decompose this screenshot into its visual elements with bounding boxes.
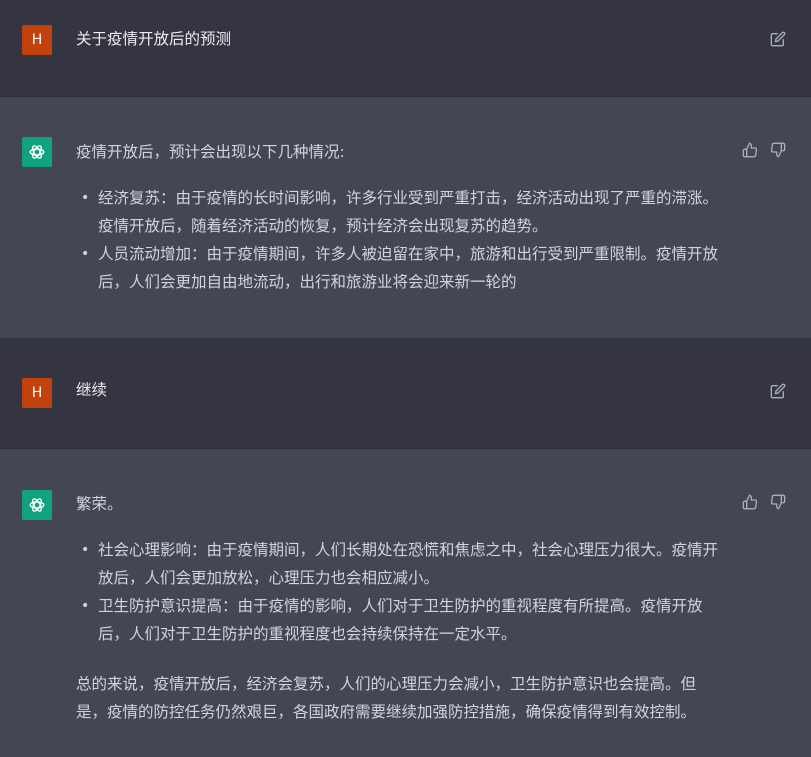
assistant-conclusion: 总的来说，疫情开放后，经济会复苏，人们的心理压力会减小，卫生防护意识也会提高。但… bbox=[76, 675, 697, 721]
openai-logo-icon bbox=[22, 490, 52, 520]
assistant-bullet-list: 社会心理影响：由于疫情期间，人们长期处在恐慌和焦虑之中，社会心理压力很大。疫情开… bbox=[76, 536, 726, 648]
chat-thread: H 关于疫情开放后的预测 疫情开放后，预计会出现以下几种情况: 经济复苏：由于疫… bbox=[0, 0, 811, 757]
user-message-text: 继续 bbox=[76, 381, 108, 399]
assistant-message: 疫情开放后，预计会出现以下几种情况: 经济复苏：由于疫情的长时间影响，许多行业受… bbox=[0, 97, 811, 338]
edit-icon[interactable] bbox=[769, 30, 787, 48]
thumbs-up-icon[interactable] bbox=[741, 493, 759, 511]
user-avatar-letter: H bbox=[31, 32, 43, 48]
user-avatar-letter: H bbox=[31, 385, 43, 401]
user-message: H 关于疫情开放后的预测 bbox=[0, 0, 811, 97]
user-avatar: H bbox=[22, 25, 52, 55]
openai-logo-icon bbox=[22, 137, 52, 167]
assistant-message-text: 疫情开放后，预计会出现以下几种情况: 经济复苏：由于疫情的长时间影响，许多行业受… bbox=[76, 138, 726, 296]
user-message-actions bbox=[769, 30, 787, 48]
list-item: 社会心理影响：由于疫情期间，人们长期处在恐慌和焦虑之中，社会心理压力很大。疫情开… bbox=[76, 536, 726, 592]
feedback-actions bbox=[741, 141, 787, 159]
assistant-intro: 疫情开放后，预计会出现以下几种情况: bbox=[76, 143, 345, 161]
edit-icon[interactable] bbox=[769, 382, 787, 400]
assistant-message-text: 繁荣。 社会心理影响：由于疫情期间，人们长期处在恐慌和焦虑之中，社会心理压力很大… bbox=[76, 490, 726, 726]
user-message-actions bbox=[769, 382, 787, 400]
list-item: 卫生防护意识提高：由于疫情的影响，人们对于卫生防护的重视程度有所提高。疫情开放后… bbox=[76, 592, 726, 648]
list-item: 人员流动增加：由于疫情期间，许多人被迫留在家中，旅游和出行受到严重限制。疫情开放… bbox=[76, 240, 726, 296]
assistant-intro: 繁荣。 bbox=[76, 495, 123, 513]
thumbs-down-icon[interactable] bbox=[769, 141, 787, 159]
assistant-bullet-list: 经济复苏：由于疫情的长时间影响，许多行业受到严重打击，经济活动出现了严重的滞涨。… bbox=[76, 184, 726, 296]
assistant-message: 繁荣。 社会心理影响：由于疫情期间，人们长期处在恐慌和焦虑之中，社会心理压力很大… bbox=[0, 449, 811, 757]
user-avatar: H bbox=[22, 378, 52, 408]
thumbs-down-icon[interactable] bbox=[769, 493, 787, 511]
feedback-actions bbox=[741, 493, 787, 511]
user-message-text: 关于疫情开放后的预测 bbox=[76, 30, 232, 48]
thumbs-up-icon[interactable] bbox=[741, 141, 759, 159]
user-message: H 继续 bbox=[0, 338, 811, 449]
list-item: 经济复苏：由于疫情的长时间影响，许多行业受到严重打击，经济活动出现了严重的滞涨。… bbox=[76, 184, 726, 240]
